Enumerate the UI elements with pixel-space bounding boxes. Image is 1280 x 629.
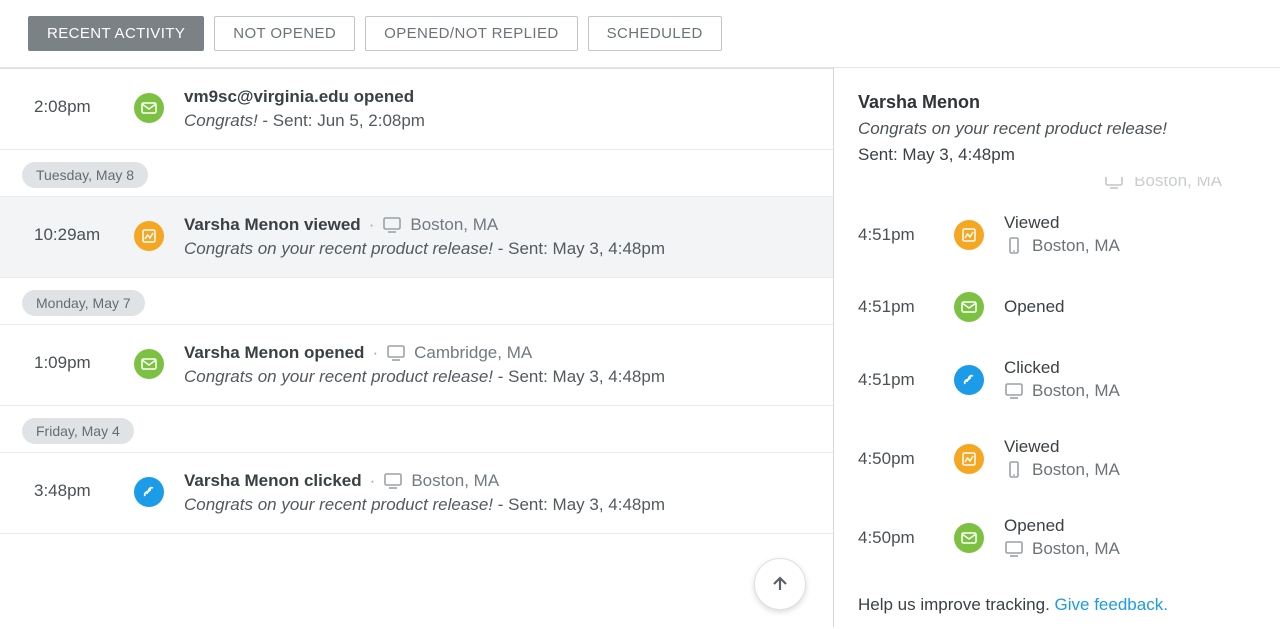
detail-event[interactable]: 4:51pm Viewed Boston, MA bbox=[858, 195, 1256, 274]
viewed-icon bbox=[134, 221, 164, 251]
feed-subject: Congrats on your recent product release! bbox=[184, 495, 493, 514]
feed-subject: Congrats on your recent product release! bbox=[184, 367, 493, 386]
separator-dot: · bbox=[369, 215, 375, 235]
feed-who: Varsha Menon viewed bbox=[184, 215, 361, 235]
desktop-icon bbox=[1104, 177, 1124, 191]
event-action: Clicked bbox=[1004, 358, 1120, 378]
feed-location: Boston, MA bbox=[410, 215, 498, 235]
date-pill: Friday, May 4 bbox=[22, 418, 134, 444]
clicked-icon bbox=[954, 365, 984, 395]
opened-icon bbox=[954, 523, 984, 553]
detail-subject: Congrats on your recent product release! bbox=[858, 119, 1256, 139]
feed-time: 2:08pm bbox=[34, 87, 134, 117]
desktop-icon bbox=[1004, 539, 1024, 559]
separator-dot: · bbox=[372, 343, 378, 363]
detail-event[interactable]: 4:51pm Opened bbox=[858, 274, 1256, 340]
arrow-up-icon bbox=[770, 574, 790, 594]
event-time: 4:51pm bbox=[858, 225, 954, 245]
event-location: Boston, MA bbox=[1032, 236, 1120, 256]
feedback-footer: Help us improve tracking. Give feedback. bbox=[858, 583, 1256, 615]
feed-item[interactable]: 10:29am Varsha Menon viewed · Boston, MA… bbox=[0, 196, 833, 278]
feed-sent: - Sent: May 3, 4:48pm bbox=[493, 495, 665, 514]
desktop-icon bbox=[386, 343, 406, 363]
desktop-icon bbox=[383, 471, 403, 491]
detail-cutoff-row: Boston, MA bbox=[1104, 177, 1222, 191]
event-action: Opened bbox=[1004, 516, 1120, 536]
detail-event[interactable]: 4:50pm Viewed Boston, MA bbox=[858, 419, 1256, 498]
event-time: 4:50pm bbox=[858, 528, 954, 548]
feed-time: 3:48pm bbox=[34, 471, 134, 501]
tab-not-opened[interactable]: NOT OPENED bbox=[214, 16, 355, 51]
date-group: Tuesday, May 8 bbox=[0, 150, 833, 196]
detail-event[interactable]: 4:50pm Opened Boston, MA bbox=[858, 498, 1256, 577]
date-pill: Tuesday, May 8 bbox=[22, 162, 148, 188]
opened-icon bbox=[134, 349, 164, 379]
tab-bar: RECENT ACTIVITY NOT OPENED OPENED/NOT RE… bbox=[0, 0, 1280, 68]
feed-subject: Congrats! bbox=[184, 111, 258, 130]
date-pill: Monday, May 7 bbox=[22, 290, 145, 316]
feed-sent: - Sent: May 3, 4:48pm bbox=[493, 367, 665, 386]
feed-time: 10:29am bbox=[34, 215, 134, 245]
date-group: Monday, May 7 bbox=[0, 278, 833, 324]
activity-feed: 2:08pm vm9sc@virginia.edu opened Congrat… bbox=[0, 68, 834, 627]
event-action: Viewed bbox=[1004, 437, 1120, 457]
event-time: 4:51pm bbox=[858, 297, 954, 317]
feedback-text: Help us improve tracking. bbox=[858, 595, 1055, 614]
tab-opened-not-replied[interactable]: OPENED/NOT REPLIED bbox=[365, 16, 577, 51]
detail-cutoff-location: Boston, MA bbox=[1134, 177, 1222, 191]
clicked-icon bbox=[134, 477, 164, 507]
feed-item[interactable]: 3:48pm Varsha Menon clicked · Boston, MA… bbox=[0, 452, 833, 534]
scroll-to-top-button[interactable] bbox=[754, 558, 806, 610]
feed-who: vm9sc@virginia.edu opened bbox=[184, 87, 414, 107]
mobile-icon bbox=[1004, 236, 1024, 256]
detail-panel: Varsha Menon Congrats on your recent pro… bbox=[834, 68, 1280, 627]
detail-sent: Sent: May 3, 4:48pm bbox=[858, 145, 1256, 165]
opened-icon bbox=[134, 93, 164, 123]
feed-subject: Congrats on your recent product release! bbox=[184, 239, 493, 258]
event-location: Boston, MA bbox=[1032, 539, 1120, 559]
desktop-icon bbox=[1004, 381, 1024, 401]
mobile-icon bbox=[1004, 460, 1024, 480]
event-action: Viewed bbox=[1004, 213, 1120, 233]
desktop-icon bbox=[382, 215, 402, 235]
event-action: Opened bbox=[1004, 297, 1065, 317]
feed-location: Boston, MA bbox=[411, 471, 499, 491]
feed-item[interactable]: 1:09pm Varsha Menon opened · Cambridge, … bbox=[0, 324, 833, 406]
event-location: Boston, MA bbox=[1032, 460, 1120, 480]
feed-sent: - Sent: Jun 5, 2:08pm bbox=[258, 111, 425, 130]
tab-recent-activity[interactable]: RECENT ACTIVITY bbox=[28, 16, 204, 51]
date-group: Friday, May 4 bbox=[0, 406, 833, 452]
detail-event[interactable]: 4:51pm Clicked Boston, MA bbox=[858, 340, 1256, 419]
event-location: Boston, MA bbox=[1032, 381, 1120, 401]
feed-sent: - Sent: May 3, 4:48pm bbox=[493, 239, 665, 258]
feed-item[interactable]: 2:08pm vm9sc@virginia.edu opened Congrat… bbox=[0, 68, 833, 150]
viewed-icon bbox=[954, 220, 984, 250]
feed-who: Varsha Menon opened bbox=[184, 343, 364, 363]
event-time: 4:51pm bbox=[858, 370, 954, 390]
feed-who: Varsha Menon clicked bbox=[184, 471, 362, 491]
feed-time: 1:09pm bbox=[34, 343, 134, 373]
separator-dot: · bbox=[370, 471, 376, 491]
give-feedback-link[interactable]: Give feedback. bbox=[1055, 595, 1168, 614]
feed-location: Cambridge, MA bbox=[414, 343, 532, 363]
opened-icon bbox=[954, 292, 984, 322]
viewed-icon bbox=[954, 444, 984, 474]
detail-events: Boston, MA 4:51pm Viewed Boston, MA 4:51… bbox=[858, 177, 1256, 583]
tab-scheduled[interactable]: SCHEDULED bbox=[588, 16, 722, 51]
detail-name: Varsha Menon bbox=[858, 92, 1256, 113]
event-time: 4:50pm bbox=[858, 449, 954, 469]
